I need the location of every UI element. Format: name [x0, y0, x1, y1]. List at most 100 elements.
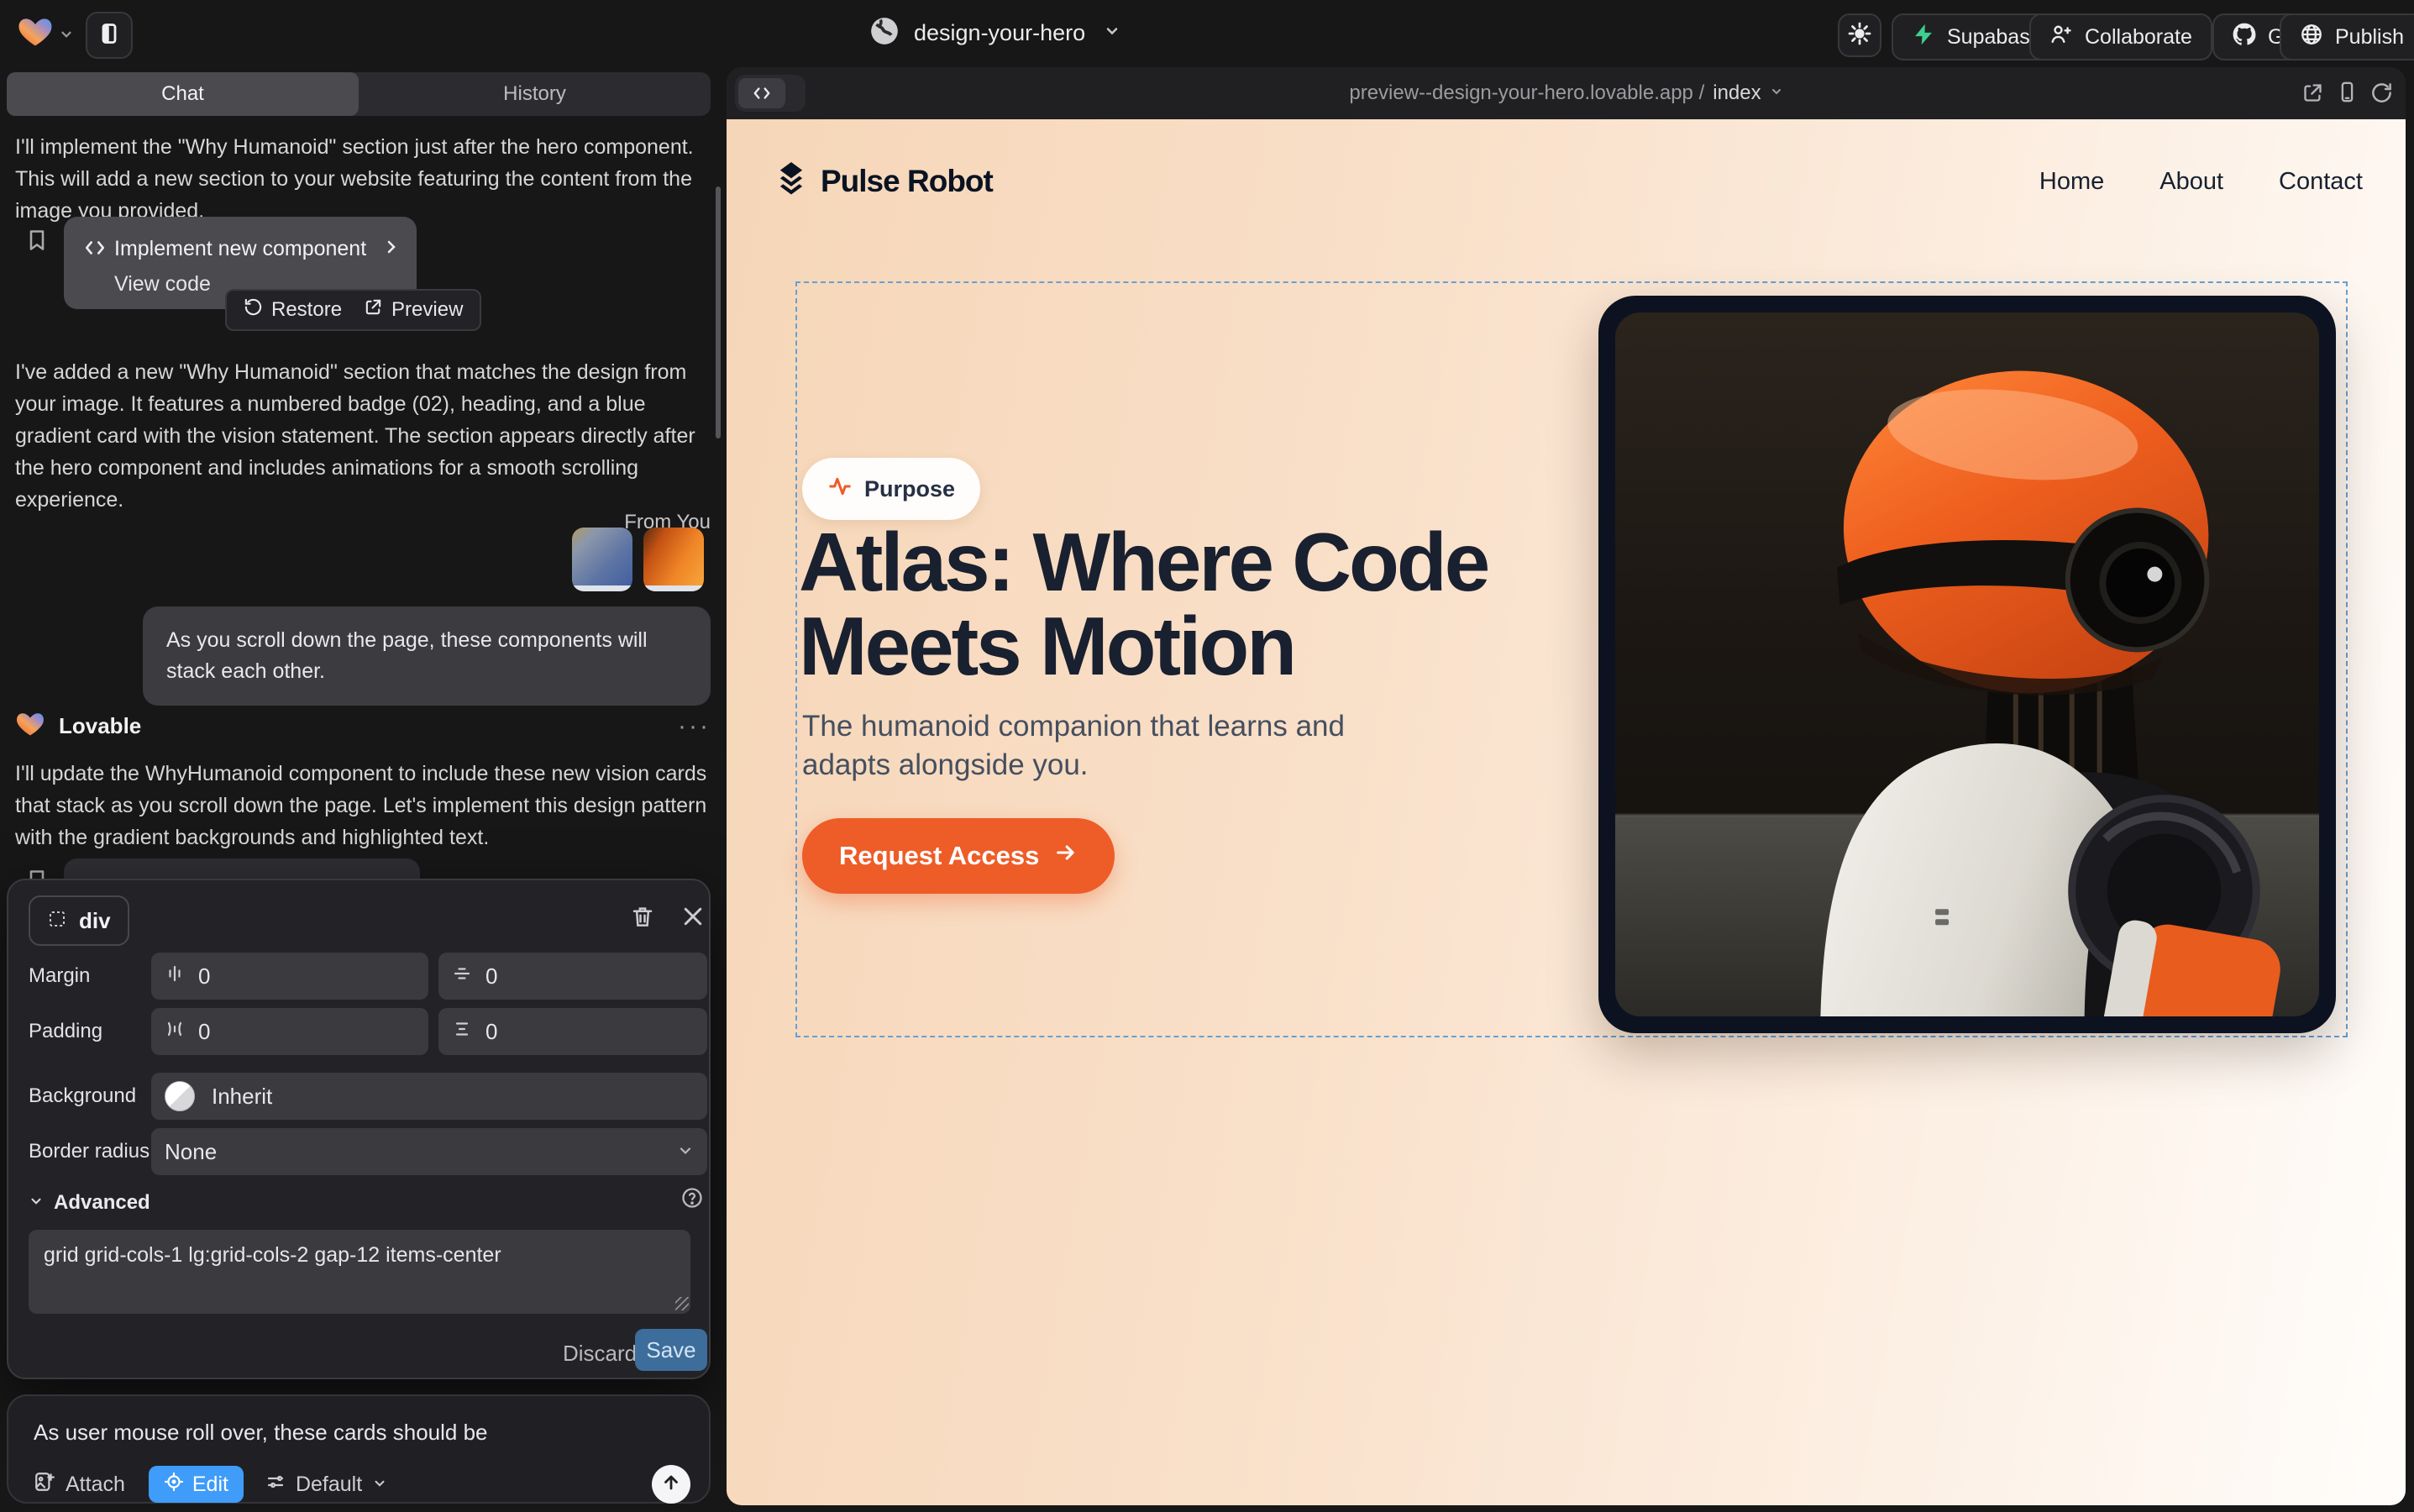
select-chevron-down-icon [677, 1139, 694, 1165]
element-inspector-panel: div Margin Padding Background In [7, 879, 711, 1379]
bookmark-icon[interactable] [25, 228, 49, 256]
publish-button[interactable]: Publish [2280, 13, 2414, 60]
user-message-bubble: As you scroll down the page, these compo… [143, 606, 711, 706]
publish-label: Publish [2335, 25, 2404, 50]
background-label: Background [29, 1084, 136, 1108]
attachment-thumbnail-orange[interactable] [643, 528, 704, 591]
restore-icon [244, 297, 263, 323]
collaborate-button[interactable]: Collaborate [2029, 13, 2212, 60]
mobile-view-icon[interactable] [2336, 81, 2359, 108]
composer-draft-text[interactable]: As user mouse roll over, these cards sho… [34, 1420, 689, 1446]
nav-home[interactable]: Home [2039, 168, 2104, 196]
toggle-sidebar-button[interactable] [86, 12, 133, 59]
view-code-link[interactable]: View code [114, 272, 211, 297]
robot-hero-image [1598, 296, 2336, 1033]
project-switcher[interactable]: design-your-hero [869, 15, 1120, 51]
resize-handle[interactable] [675, 1297, 689, 1310]
nav-contact[interactable]: Contact [2279, 168, 2363, 196]
border-radius-label: Border radius [29, 1140, 150, 1163]
gear-icon [1847, 21, 1872, 50]
supabase-icon [1912, 23, 1935, 52]
top-bar: design-your-hero Supabase Collaborate Gi… [0, 0, 2414, 67]
restore-preview-tooltip: Restore Preview [225, 289, 481, 331]
pulse-robot-logo-icon [774, 160, 809, 203]
attach-button[interactable]: Attach [34, 1471, 125, 1499]
github-icon [2233, 23, 2256, 52]
site-brand[interactable]: Pulse Robot [774, 160, 993, 203]
project-chevron-down-icon [1104, 23, 1120, 44]
help-icon[interactable] [680, 1186, 704, 1214]
assistant-name: Lovable [59, 713, 141, 739]
margin-y-field[interactable] [438, 953, 707, 1000]
preview-url-bar[interactable]: preview--design-your-hero.lovable.app / … [727, 67, 2406, 119]
edit-label: Edit [192, 1473, 228, 1497]
chevron-right-icon [381, 237, 401, 261]
hero-subtext: The humanoid companion that learns and a… [802, 707, 1424, 785]
hero-heading-line1: Atlas: Where Code [799, 521, 1488, 603]
nav-about[interactable]: About [2159, 168, 2223, 196]
attach-image-icon [34, 1471, 55, 1499]
refresh-icon[interactable] [2370, 81, 2393, 108]
code-icon [84, 237, 106, 263]
model-label: Default [296, 1473, 362, 1497]
border-radius-value: None [165, 1139, 217, 1165]
margin-x-input[interactable] [197, 963, 385, 990]
send-button[interactable] [652, 1465, 690, 1504]
attach-label: Attach [66, 1473, 125, 1497]
chat-history-tabs: Chat History [7, 72, 711, 116]
sliders-icon [265, 1472, 286, 1498]
assistant-header: Lovable ··· [15, 709, 711, 743]
tab-history[interactable]: History [359, 72, 711, 116]
preview-url-domain: preview--design-your-hero.lovable.app / [1349, 81, 1704, 105]
edit-mode-button[interactable]: Edit [149, 1466, 244, 1503]
model-selector[interactable]: Default [265, 1472, 387, 1498]
tool-card-title: Implement new component [114, 237, 366, 261]
restore-button[interactable]: Restore [244, 297, 342, 323]
chat-composer[interactable]: As user mouse roll over, these cards sho… [7, 1394, 711, 1504]
trash-icon[interactable] [630, 904, 655, 933]
close-icon[interactable] [680, 904, 706, 933]
discard-button[interactable]: Discard [563, 1341, 637, 1367]
preview-button[interactable]: Preview [364, 297, 463, 323]
advanced-classes-textarea[interactable]: grid grid-cols-1 lg:grid-cols-2 gap-12 i… [29, 1230, 690, 1314]
logo-chevron-down-icon[interactable] [59, 27, 74, 46]
padding-x-field[interactable] [151, 1008, 428, 1055]
margin-x-field[interactable] [151, 953, 428, 1000]
preview-url-page: index [1713, 81, 1761, 105]
target-icon [164, 1472, 184, 1498]
request-access-button[interactable]: Request Access [802, 818, 1115, 894]
padding-x-input[interactable] [197, 1018, 385, 1046]
color-swatch [165, 1081, 195, 1111]
composer-toolbar: Attach Edit Default [34, 1465, 690, 1504]
advanced-toggle[interactable]: Advanced [29, 1191, 150, 1215]
margin-y-input[interactable] [484, 963, 655, 990]
pulse-activity-icon [827, 474, 853, 505]
supabase-label: Supabase [1947, 25, 2042, 50]
person-plus-icon [2049, 23, 2073, 52]
background-value: Inherit [212, 1084, 272, 1110]
settings-button[interactable] [1838, 13, 1881, 57]
lovable-logo-icon[interactable] [17, 13, 54, 55]
site-header: Pulse Robot Home About Contact [774, 155, 2363, 208]
background-field[interactable]: Inherit [151, 1073, 707, 1120]
padding-y-input[interactable] [484, 1018, 655, 1046]
site-brand-name: Pulse Robot [821, 164, 993, 199]
margin-y-icon [452, 963, 472, 990]
advanced-label: Advanced [54, 1191, 150, 1215]
publish-globe-icon [2300, 23, 2323, 52]
external-link-icon [364, 297, 383, 323]
attachment-thumbnail-blue[interactable] [572, 528, 632, 591]
selected-element-pill[interactable]: div [29, 895, 129, 946]
border-radius-select[interactable]: None [151, 1128, 707, 1175]
assistant-message-2: I've added a new "Why Humanoid" section … [15, 356, 717, 516]
tab-chat[interactable]: Chat [7, 72, 359, 116]
padding-y-field[interactable] [438, 1008, 707, 1055]
model-chevron-icon [372, 1473, 387, 1497]
more-options-icon[interactable]: ··· [678, 712, 711, 741]
open-in-new-tab-icon[interactable] [2301, 81, 2324, 108]
padding-y-icon [452, 1019, 472, 1045]
save-button[interactable]: Save [635, 1329, 707, 1371]
arrow-right-icon [1054, 841, 1078, 871]
preview-toolbar: preview--design-your-hero.lovable.app / … [727, 67, 2406, 119]
app-window: design-your-hero Supabase Collaborate Gi… [0, 0, 2414, 1512]
